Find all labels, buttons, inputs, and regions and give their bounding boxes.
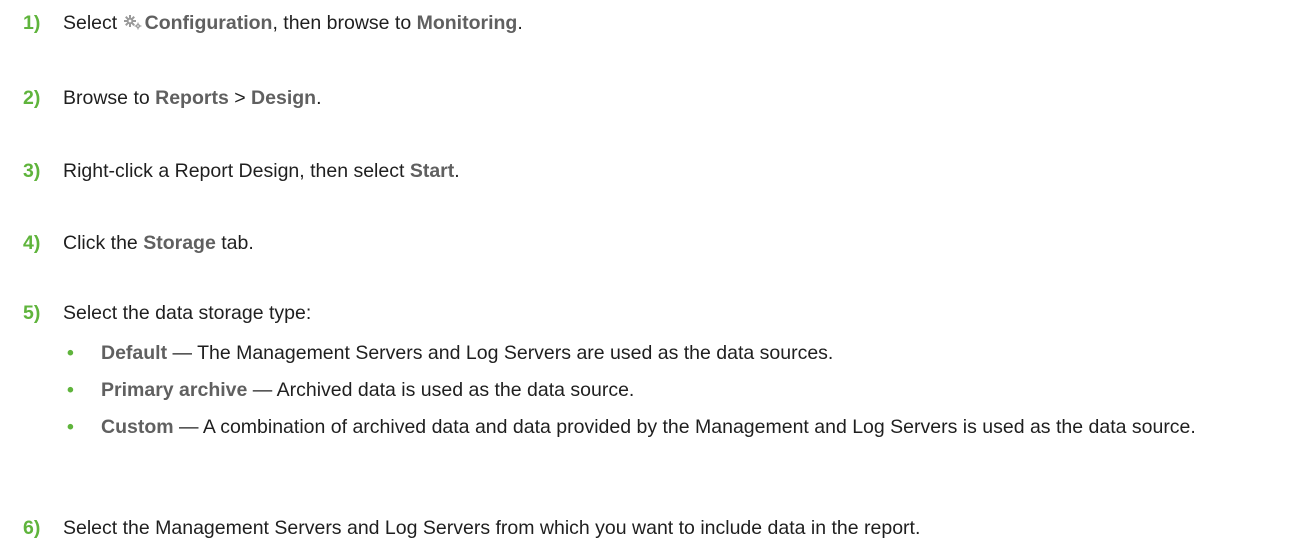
list-item-text: Primary archive — Archived data is used … [101, 375, 1293, 405]
step-text: Select Configuration, then browse to Mon… [63, 10, 1294, 36]
step-text: Select the data storage type: [63, 302, 312, 324]
step-text-part: Right-click a Report Design, then select [63, 160, 410, 182]
step-number: 6) [23, 517, 41, 539]
monitoring-label: Monitoring [416, 12, 518, 34]
list-item-desc: — Archived data is used as the data sour… [247, 379, 635, 401]
custom-label: Custom [101, 416, 174, 438]
list-item-desc: — A combination of archived data and dat… [173, 416, 1196, 438]
gear-icon [123, 14, 143, 30]
step-number: 5) [23, 302, 41, 324]
primary-archive-label: Primary archive [101, 379, 248, 401]
default-label: Default [101, 342, 168, 364]
storage-label: Storage [143, 232, 216, 254]
step-text: Select the Management Servers and Log Se… [63, 517, 921, 539]
step-text-part: , then browse to [272, 12, 417, 34]
step-text-part: Browse to [63, 87, 156, 109]
step-text-part: tab. [215, 232, 254, 254]
step-number: 3) [23, 160, 41, 182]
step-text-part: . [454, 160, 460, 182]
step-text-part: . [517, 12, 523, 34]
configuration-label: Configuration [144, 12, 273, 34]
step-number: 1) [23, 12, 41, 34]
reports-label: Reports [155, 87, 229, 109]
bullet: • [67, 342, 74, 364]
instruction-page: 1) Select Configuration, then browse to [0, 0, 1304, 550]
step-text-part: > [228, 87, 252, 109]
step-number: 2) [23, 87, 41, 109]
step-text-part: Select [63, 12, 123, 34]
start-label: Start [409, 160, 455, 182]
step-text: Right-click a Report Design, then select… [63, 158, 1294, 184]
list-item-desc: — The Management Servers and Log Servers… [167, 342, 834, 364]
design-label: Design [251, 87, 317, 109]
step-text: Browse to Reports > Design. [63, 85, 1294, 111]
list-item-text: Default — The Management Servers and Log… [101, 338, 1293, 368]
step-text-part: Click the [63, 232, 144, 254]
step-text: Click the Storage tab. [63, 230, 1294, 256]
step-number: 4) [23, 232, 41, 254]
bullet: • [67, 379, 74, 401]
list-item-text: Custom — A combination of archived data … [101, 412, 1293, 442]
step-text-part: . [316, 87, 322, 109]
bullet: • [67, 416, 74, 438]
